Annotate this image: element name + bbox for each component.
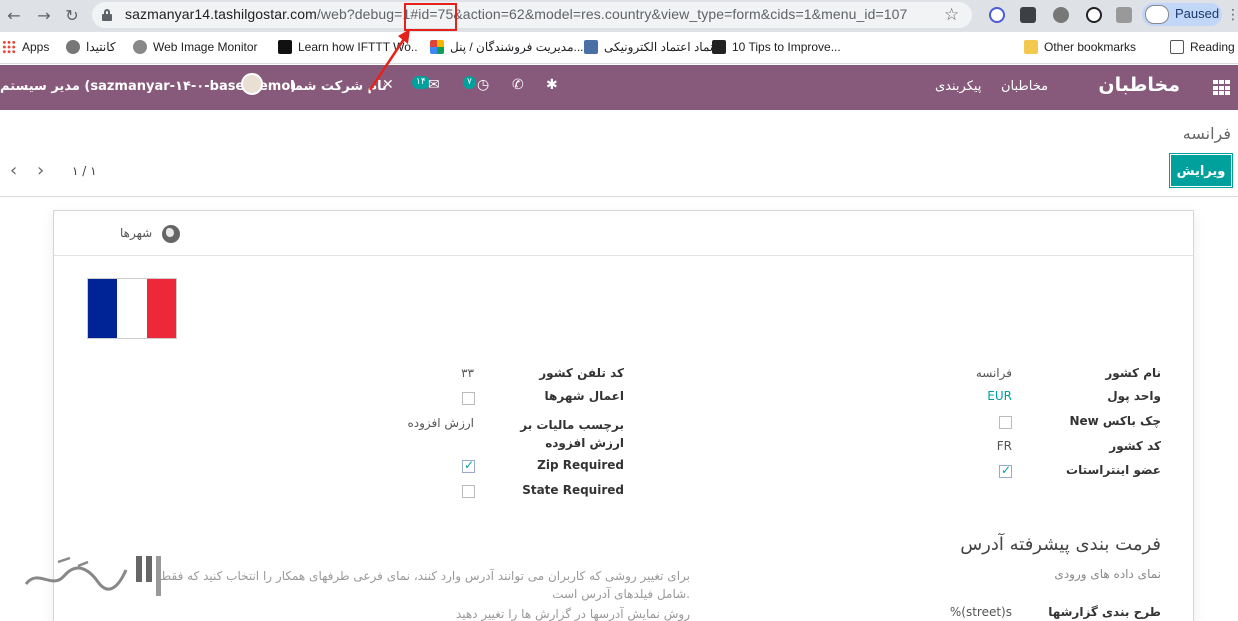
intrastat-label: عضو اینتراستات <box>1066 463 1161 477</box>
state-required-label: State Required <box>522 483 624 497</box>
currency-label: واحد پول <box>1107 389 1161 403</box>
state-required-checkbox[interactable] <box>462 485 475 498</box>
forward-icon[interactable]: → <box>34 6 54 26</box>
country-name-label: نام کشور <box>1105 366 1161 380</box>
bookmark-web-image-monitor[interactable]: Web Image Monitor <box>133 39 258 57</box>
back-icon[interactable]: ← <box>4 6 24 26</box>
input-view-label: نمای داده های ورودی <box>1054 567 1161 581</box>
bookmark-apps[interactable]: Apps <box>2 39 49 57</box>
extension-a-icon[interactable] <box>989 7 1005 23</box>
phone-code-value: ۳۳ <box>461 366 474 380</box>
phone-code-label: کد تلفن کشور <box>539 366 624 380</box>
breadcrumb: فرانسه <box>1182 124 1231 143</box>
pager-previous-icon[interactable]: ‹ <box>10 160 17 181</box>
bookmark-star-icon[interactable]: ☆ <box>944 5 959 25</box>
apps-grid-icon <box>2 40 16 54</box>
menu-contacts[interactable]: مخاطبان <box>1001 79 1048 94</box>
new-checkbox-label: New چک باکس <box>1069 414 1161 428</box>
pager-value[interactable]: ۱ / ۱ <box>72 164 97 178</box>
flag-stripe-blue <box>88 279 118 338</box>
phone-icon[interactable]: ✆ <box>512 77 524 93</box>
vat-label-label: برچسب مالیات بر ارزش افزوده <box>520 418 624 450</box>
intrastat-checkbox[interactable] <box>999 463 1012 478</box>
browser-toolbar: ← → ↻ sazmanyar14.tashilgostar.com/web?d… <box>0 0 1238 32</box>
report-layout-label: طرح بندی گزارشها <box>1048 605 1161 619</box>
divider <box>0 196 1238 197</box>
state-enforce-label: اعمال شهرها <box>544 389 624 403</box>
address-format-title: فرمت بندی پیشرفته آدرس <box>960 534 1161 555</box>
country-name-value: فرانسه <box>975 366 1012 380</box>
extension-camera-icon[interactable] <box>1053 7 1069 23</box>
country-code-label: کد کشور <box>1109 439 1161 453</box>
zip-required-label: Zip Required <box>537 458 624 472</box>
zip-required-checkbox[interactable] <box>462 458 475 473</box>
url-text[interactable]: sazmanyar14.tashilgostar.com/web?debug=1… <box>125 6 907 22</box>
bookmark-reading-list[interactable]: Reading list <box>1170 39 1238 57</box>
profile-paused-button[interactable]: Paused <box>1142 3 1222 26</box>
new-checkbox[interactable] <box>999 416 1012 429</box>
lock-icon <box>102 9 112 21</box>
state-enforce-checkbox[interactable] <box>462 392 475 405</box>
profile-avatar <box>1145 5 1169 24</box>
menu-configuration[interactable]: پیکربندی <box>935 79 981 94</box>
app-menu-icon[interactable] <box>1213 80 1230 95</box>
debug-bug-icon[interactable]: ✱ <box>546 77 558 93</box>
extensions-puzzle-icon[interactable] <box>1116 7 1132 23</box>
bookmark-enamad[interactable]: نماد اعتماد الکترونیکی <box>584 39 713 57</box>
globe-icon <box>162 225 180 243</box>
bookmark-10-tips[interactable]: 10 Tips to Improve... <box>712 39 841 57</box>
extension-dots-icon[interactable] <box>1020 7 1036 23</box>
country-flag-image <box>87 278 177 339</box>
country-code-value: FR <box>996 439 1012 453</box>
bookmark-sellers-panel[interactable]: مدیریت فروشندگان / پنل... <box>430 39 584 57</box>
bookmarks-bar: Apps كانتيدا Web Image Monitor Learn how… <box>0 32 1238 64</box>
pager-next-icon[interactable]: › <box>37 160 44 181</box>
address-help-text: برای تغییر روشی که کاربران می توانند آدر… <box>160 569 690 621</box>
bookmark-kantida[interactable]: كانتيدا <box>66 39 116 57</box>
vat-label-value: ارزش افزوده <box>407 416 474 430</box>
bookmark-other[interactable]: Other bookmarks <box>1024 39 1136 57</box>
watermark-logo <box>24 556 161 596</box>
flag-stripe-white <box>117 279 147 338</box>
button-box: شهرها <box>54 211 1193 256</box>
reload-icon[interactable]: ↻ <box>62 6 82 26</box>
annotation-arrow-icon <box>368 29 410 91</box>
odoo-navbar: مخاطبان مخاطبان پیکربندی ✱ ✆ ۷ ◷ ۱۴ ✉ ✕ … <box>0 65 1238 110</box>
currency-link[interactable]: EUR <box>987 389 1012 403</box>
app-brand[interactable]: مخاطبان <box>1098 74 1180 96</box>
flag-stripe-red <box>146 279 176 338</box>
extension-circle-icon[interactable] <box>1086 7 1102 23</box>
address-bar[interactable]: sazmanyar14.tashilgostar.com/web?debug=1… <box>92 2 972 28</box>
form-sheet: شهرها نام کشور فرانسه واحد پول EUR New چ… <box>53 210 1194 621</box>
activities-badge: ۷ <box>463 76 476 89</box>
chat-icon[interactable]: ✉ <box>428 77 440 93</box>
report-layout-value: %(street)s <box>949 605 1012 619</box>
edit-button[interactable]: ویرایش <box>1170 154 1232 187</box>
cities-label: شهرها <box>120 226 153 240</box>
browser-menu-icon[interactable]: ⋮ <box>1226 7 1238 23</box>
clock-icon[interactable]: ◷ <box>477 77 489 93</box>
user-avatar[interactable] <box>241 73 263 95</box>
